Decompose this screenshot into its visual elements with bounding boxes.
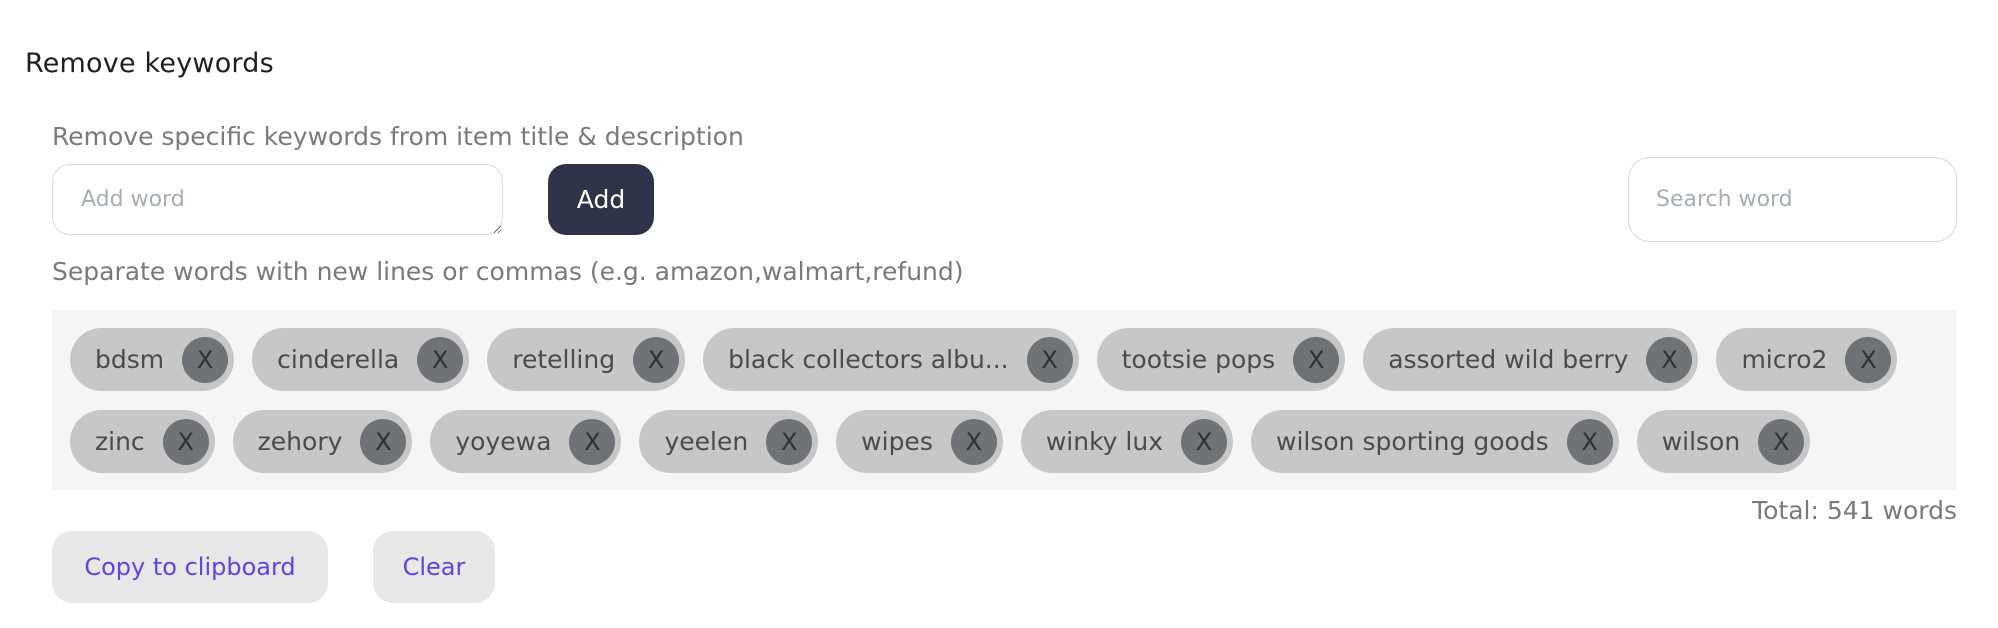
keyword-tag-label: yoyewa (455, 427, 552, 456)
keyword-tag-label: micro2 (1741, 345, 1828, 374)
keyword-tag: yeelen X (639, 410, 819, 473)
tag-row: zinc X zehory X yoyewa X yeelen X wipes … (70, 410, 1939, 473)
keyword-tag: zehory X (232, 410, 413, 473)
separator-hint: Separate words with new lines or commas … (52, 257, 964, 286)
keyword-tag: micro2 X (1716, 328, 1898, 391)
keyword-tag: zinc X (70, 410, 215, 473)
helper-text: Remove specific keywords from item title… (52, 122, 744, 151)
total-words-count: Total: 541 words (1752, 496, 1957, 525)
keyword-tag-label: winky lux (1045, 427, 1163, 456)
keyword-tag-label: zinc (95, 427, 145, 456)
keyword-tag: tootsie pops X (1096, 328, 1346, 391)
remove-tag-button[interactable]: X (1566, 418, 1613, 465)
keyword-tag: wipes X (836, 410, 1003, 473)
keyword-tag-label: bdsm (95, 345, 165, 374)
keyword-tag-label: assorted wild berry (1388, 345, 1629, 374)
clear-button[interactable]: Clear (373, 531, 495, 603)
remove-tag-button[interactable]: X (766, 418, 813, 465)
remove-tag-button[interactable]: X (1181, 418, 1227, 465)
remove-tag-button[interactable]: X (1845, 336, 1892, 383)
keyword-tag-label: cinderella (277, 345, 400, 374)
keyword-tag: black collectors albu... X (703, 328, 1079, 391)
remove-tag-button[interactable]: X (950, 418, 997, 465)
remove-tag-button[interactable]: X (162, 418, 209, 465)
copy-to-clipboard-button[interactable]: Copy to clipboard (52, 531, 328, 603)
keyword-tag-label: zehory (257, 427, 343, 456)
search-word-input[interactable] (1628, 157, 1957, 242)
remove-tag-button[interactable]: X (182, 336, 229, 383)
remove-tag-button[interactable]: X (1758, 418, 1805, 465)
keyword-tag: wilson X (1636, 410, 1811, 473)
add-button[interactable]: Add (548, 164, 654, 235)
remove-tag-button[interactable]: X (360, 418, 407, 465)
remove-tag-button[interactable]: X (1026, 336, 1073, 383)
add-word-input[interactable] (52, 164, 503, 235)
keyword-tag: assorted wild berry X (1363, 328, 1699, 391)
remove-tag-button[interactable]: X (417, 336, 464, 383)
keyword-tags-container: bdsm X cinderella X retelling X black co… (52, 310, 1957, 490)
remove-tag-button[interactable]: X (569, 418, 616, 465)
keyword-tag-label: tootsie pops (1121, 345, 1276, 374)
keyword-tag: yoyewa X (430, 410, 622, 473)
keyword-tag: bdsm X (70, 328, 235, 391)
remove-tag-button[interactable]: X (1293, 336, 1340, 383)
keyword-tag: winky lux X (1020, 410, 1233, 473)
keyword-tag: retelling X (487, 328, 686, 391)
section-title: Remove keywords (25, 48, 274, 79)
keyword-tag-label: retelling (512, 345, 616, 374)
keyword-tag-label: wilson (1661, 427, 1741, 456)
remove-keywords-panel: Remove keywords Remove specific keywords… (0, 0, 1998, 628)
keyword-tag-label: wipes (861, 427, 933, 456)
tag-row: bdsm X cinderella X retelling X black co… (70, 328, 1939, 391)
remove-tag-button[interactable]: X (1646, 336, 1693, 383)
keyword-tag-label: black collectors albu... (728, 345, 1009, 374)
keyword-tag-label: wilson sporting goods (1276, 427, 1549, 456)
keyword-tag: cinderella X (252, 328, 470, 391)
keyword-tag-label: yeelen (664, 427, 749, 456)
keyword-tag: wilson sporting goods X (1251, 410, 1619, 473)
remove-tag-button[interactable]: X (633, 336, 680, 383)
